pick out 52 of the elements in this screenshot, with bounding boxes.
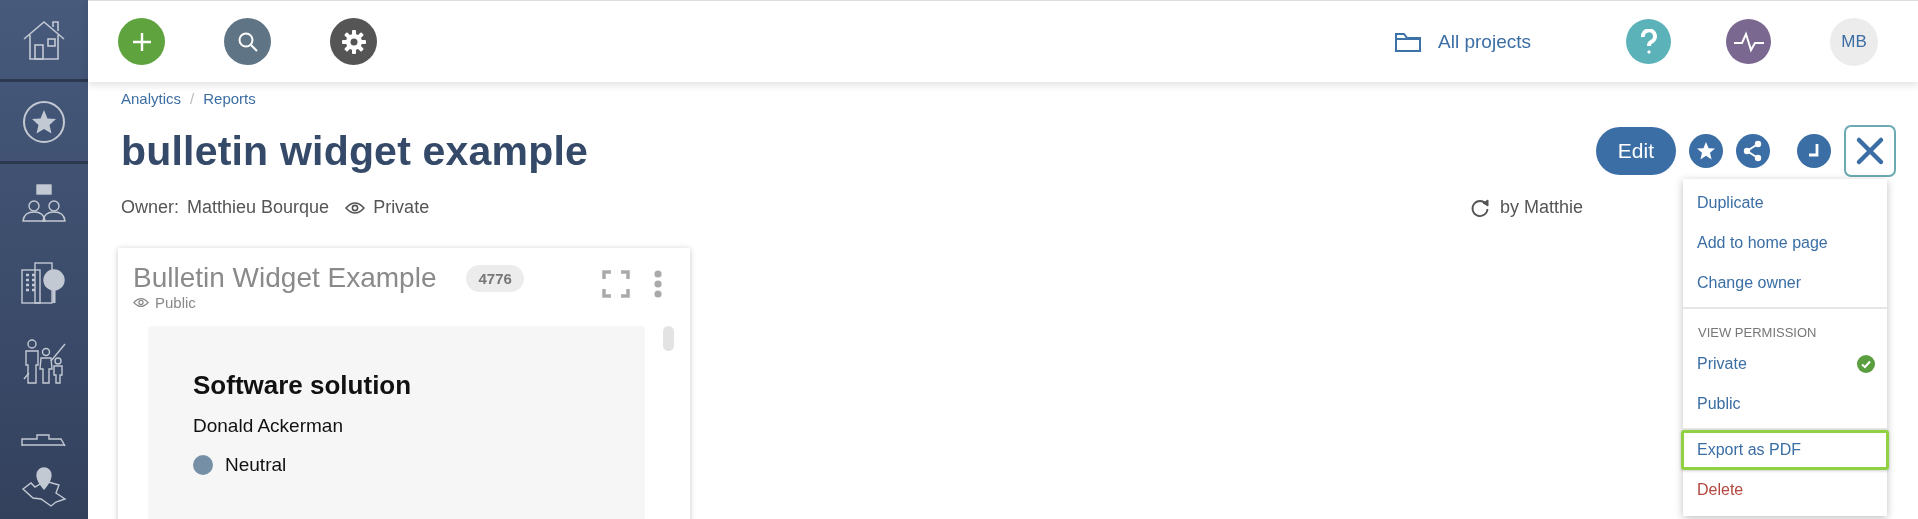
family-icon[interactable] <box>21 338 67 385</box>
people-icon[interactable] <box>21 183 67 224</box>
refreshed-by-text: by Matthie <box>1499 197 1583 218</box>
sentiment-label: Neutral <box>225 454 287 476</box>
user-avatar[interactable]: MB <box>1830 17 1878 66</box>
share-button[interactable] <box>1736 134 1770 168</box>
breadcrumb-link[interactable]: Reports <box>203 90 256 107</box>
folder-icon <box>1394 30 1423 53</box>
favorite-button[interactable] <box>1689 134 1723 168</box>
edit-button[interactable]: Edit <box>1595 127 1676 175</box>
owner-name: Matthieu Bourque <box>187 197 330 218</box>
visibility-label: Private <box>373 197 430 218</box>
add-button[interactable] <box>118 18 165 65</box>
widget-title: Bulletin Widget Example <box>133 262 437 294</box>
breadcrumb-separator: / <box>190 90 195 107</box>
scrollbar-thumb[interactable] <box>663 326 674 351</box>
menu-option[interactable]: Public <box>1681 384 1757 424</box>
close-button[interactable] <box>1844 125 1896 177</box>
activity-button[interactable] <box>1726 19 1771 64</box>
settings-button[interactable] <box>330 18 377 65</box>
menu-item[interactable]: Change owner <box>1681 263 1889 303</box>
question-mark-icon <box>1638 28 1659 55</box>
menu-item[interactable]: Add to home page <box>1681 223 1889 263</box>
eye-icon <box>345 200 366 215</box>
owner-label: Owner: <box>121 197 180 218</box>
bulletin-person: Donald Ackerman <box>193 415 344 437</box>
search-icon <box>236 30 259 53</box>
share-icon <box>1742 140 1764 162</box>
settings-icon <box>340 28 367 55</box>
menu-option[interactable]: Private <box>1681 344 1763 384</box>
breadcrumb-link[interactable]: Analytics <box>121 90 182 107</box>
menu-item[interactable]: Duplicate <box>1681 183 1889 223</box>
star-icon <box>1696 141 1716 161</box>
menu-item[interactable]: Export as PDF <box>1681 430 1889 470</box>
map-pin-icon[interactable] <box>21 466 67 507</box>
all-projects-link[interactable]: All projects <box>1438 30 1531 53</box>
close-icon <box>1855 136 1885 166</box>
widget-visibility: Public <box>155 294 196 311</box>
status-dot <box>193 455 213 475</box>
clock-button[interactable] <box>1797 134 1831 168</box>
search-button[interactable] <box>224 18 271 65</box>
building-tree-icon[interactable] <box>21 261 67 304</box>
refresh-icon[interactable] <box>1469 197 1490 218</box>
plus-icon <box>130 30 153 53</box>
count-badge: 4776 <box>466 264 524 292</box>
pulse-icon <box>1732 30 1765 53</box>
bench-icon[interactable] <box>21 433 67 447</box>
eye-icon <box>133 297 149 308</box>
bulletin-title: Software solution <box>193 370 413 401</box>
menu-section-header: VIEW PERMISSION <box>1697 324 1818 342</box>
menu-item[interactable]: Delete <box>1681 470 1889 510</box>
page-title: bulletin widget example <box>121 127 589 175</box>
